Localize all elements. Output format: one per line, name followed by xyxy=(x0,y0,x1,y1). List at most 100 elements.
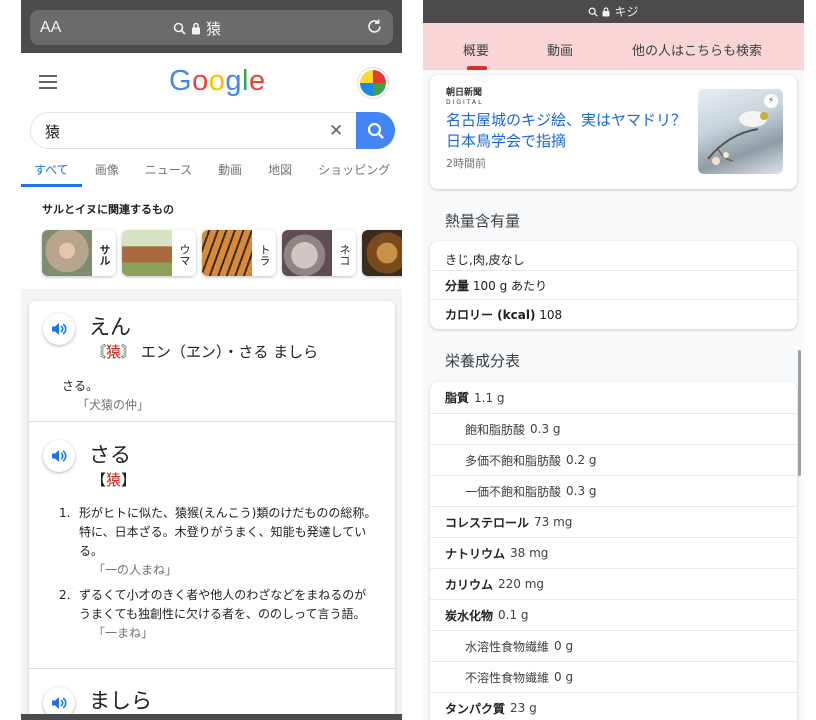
scrollbar[interactable] xyxy=(798,350,801,476)
definition-number: 2. xyxy=(59,588,71,602)
chip-lion[interactable] xyxy=(362,230,402,276)
divider xyxy=(29,668,395,669)
nutrition-row: 飽和脂肪酸 0.3 g xyxy=(430,413,797,444)
entry-reading: 〘猿〙 エン（ヱン）・さる ましら xyxy=(91,341,318,362)
news-title[interactable]: 名古屋城のキジ絵、実はヤマドリ？日本鳥学会で指摘 xyxy=(446,110,691,152)
nutrient-label: 不溶性食物繊維 xyxy=(465,670,550,685)
nutrient-label: ナトリウム xyxy=(445,546,506,561)
entry-kanji: 猿 xyxy=(106,471,122,489)
news-source-logo: 朝日新聞 DIGITAL xyxy=(446,89,483,107)
nutrition-row: 水溶性食物繊維 0 g xyxy=(430,630,797,661)
chip-cat[interactable]: ネコ xyxy=(282,230,356,276)
divider xyxy=(430,299,797,300)
logo-letter: o xyxy=(192,65,209,97)
entry-kanji: 猿 xyxy=(106,343,122,361)
pronounce-button[interactable] xyxy=(43,440,75,472)
definition-example: 「一まね」 xyxy=(93,626,154,640)
news-card[interactable]: 朝日新聞 DIGITAL 名古屋城のキジ絵、実はヤマドリ？日本鳥学会で指摘 2時… xyxy=(430,75,797,189)
nutrient-value: 38 mg xyxy=(510,546,549,560)
nutrient-label: カリウム xyxy=(445,577,494,592)
nutrition-row: 一価不飽和脂肪酸 0.3 g xyxy=(430,475,797,506)
tab-all[interactable]: すべて xyxy=(21,157,82,187)
menu-icon[interactable] xyxy=(39,75,57,93)
pronounce-button[interactable] xyxy=(43,313,75,345)
logo-letter: G xyxy=(169,65,193,97)
nutrient-value: 73 mg xyxy=(534,515,573,529)
tab-people-also-search[interactable]: 他の人はこちらも検索 xyxy=(632,40,762,59)
nutrient-value: 0.3 g xyxy=(530,422,561,436)
text-size-button[interactable]: AA xyxy=(40,19,61,37)
calorie-heading: 熱量含有量 xyxy=(445,212,521,230)
reload-icon[interactable] xyxy=(366,18,383,35)
nutrition-heading: 栄養成分表 xyxy=(445,352,521,370)
definition-item: 1. 形がヒトに似た、猿猴(えんこう)類のけだものの総称。特に、日本ざる。木登り… xyxy=(59,504,377,580)
entry-definition: さる。 xyxy=(62,379,99,393)
tab-overview[interactable]: 概要 xyxy=(463,40,489,59)
tab-images[interactable]: 画像 xyxy=(82,157,132,187)
chip-tiger[interactable]: トラ xyxy=(202,230,276,276)
speaker-icon xyxy=(52,323,67,335)
news-thumbnail[interactable]: ⚡ xyxy=(698,89,783,174)
nutrient-label: 多価不飽和脂肪酸 xyxy=(465,453,562,468)
right-screen: キジ 概要 動画 他の人はこちらも検索 朝日新聞 DIGITAL 名古屋城のキジ… xyxy=(423,0,804,720)
nutrient-label: 一価不飽和脂肪酸 xyxy=(465,484,562,499)
status-bar[interactable]: キジ xyxy=(423,0,804,23)
tab-shopping[interactable]: ショッピング xyxy=(305,157,402,187)
tab-videos[interactable]: 動画 xyxy=(547,40,573,59)
nutrient-label: 炭水化物 xyxy=(445,608,494,623)
entry-reading: 【猿】 xyxy=(91,469,136,490)
definition-text: ずるくて小才のきく者や他人のわざなどをまねるのがうまくても独創性に欠ける者を、の… xyxy=(79,588,367,621)
search-button[interactable] xyxy=(356,112,395,149)
nutrition-row: 炭水化物 0.1 g xyxy=(430,599,797,630)
definition-item: 2. ずるくて小才のきく者や他人のわざなどをまねるのがうまくても独創性に欠ける者… xyxy=(59,586,377,643)
nutrient-value: 0.1 g xyxy=(498,608,529,622)
nutrition-row: 多価不飽和脂肪酸 0.2 g xyxy=(430,444,797,475)
avatar[interactable] xyxy=(358,68,388,98)
serving-label: 分量 xyxy=(445,279,470,293)
bracket-close: 】 xyxy=(121,471,137,489)
nutrient-label: 脂質 xyxy=(445,391,470,405)
search-query[interactable]: 猿 xyxy=(45,121,60,142)
nutrient-value: 220 mg xyxy=(498,577,545,591)
nutrition-row: ナトリウム 38 mg xyxy=(430,537,797,568)
url-text: 猿 xyxy=(206,20,222,38)
nutrient-value: 0 g xyxy=(554,639,574,653)
search-icon xyxy=(589,7,599,17)
news-source-sub: DIGITAL xyxy=(446,99,484,106)
chip-monkey[interactable]: サル xyxy=(42,230,116,276)
monkey-image xyxy=(42,230,92,276)
nutrition-row: カリウム 220 mg xyxy=(430,568,797,599)
entry-kana: えん xyxy=(89,315,131,339)
lion-image xyxy=(362,230,402,276)
related-chips: サル ウマ トラ ネコ xyxy=(42,230,402,276)
calorie-label: カロリー (kcal) xyxy=(445,308,536,322)
google-header: Google 猿 ✕ すべて 画像 ニュース 動画 地図 ショッピング サルとイ… xyxy=(21,53,402,289)
tab-news[interactable]: ニュース xyxy=(132,157,205,187)
amp-icon: ⚡ xyxy=(764,94,778,108)
related-heading: サルとイヌに関連するもの xyxy=(42,203,174,216)
bottom-toolbar xyxy=(21,714,402,720)
browser-toolbar: AA 猿 xyxy=(21,0,402,53)
tab-videos[interactable]: 動画 xyxy=(205,157,255,187)
search-input[interactable]: 猿 ✕ xyxy=(30,112,395,149)
nutrient-label: コレステロール xyxy=(445,515,530,530)
divider xyxy=(430,270,797,271)
logo-letter: o xyxy=(208,65,226,97)
nutrition-row: コレステロール 73 mg xyxy=(430,506,797,537)
chip-horse[interactable]: ウマ xyxy=(122,230,196,276)
entry-kana: ましら xyxy=(89,689,152,713)
nutrient-value: 0.3 g xyxy=(566,484,597,498)
status-title: キジ xyxy=(614,5,639,19)
url-display[interactable]: 猿 xyxy=(173,18,221,39)
news-source-name: 朝日新聞 xyxy=(446,88,483,98)
cat-image xyxy=(282,230,332,276)
search-icon xyxy=(367,122,384,139)
google-logo[interactable]: Google xyxy=(169,65,266,98)
address-bar[interactable]: AA 猿 xyxy=(30,10,393,45)
nutrition-row: 不溶性食物繊維 0 g xyxy=(430,661,797,692)
clear-icon[interactable]: ✕ xyxy=(329,121,343,141)
tab-maps[interactable]: 地図 xyxy=(255,157,305,187)
nutrition-row: タンパク質 23 g xyxy=(430,692,797,720)
nutrient-value: 23 g xyxy=(510,701,537,715)
calorie-value: 108 xyxy=(539,308,563,322)
